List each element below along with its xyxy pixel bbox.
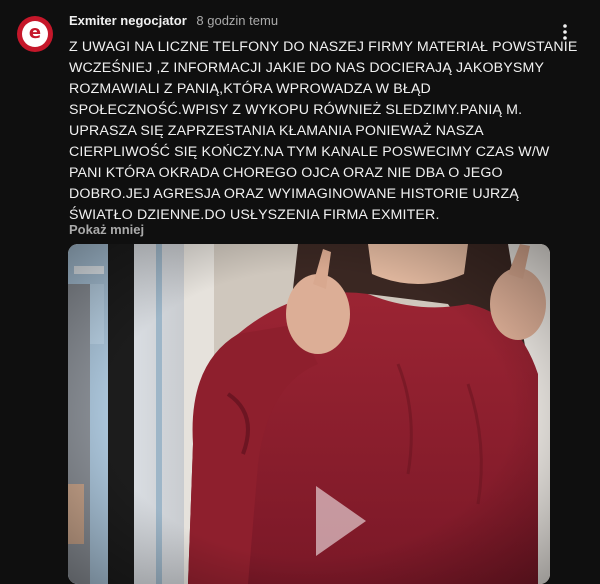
channel-avatar[interactable]: e (17, 16, 53, 52)
avatar-logo: e (22, 21, 48, 47)
post-text: Z UWAGI NA LICZNE TELFONY DO NASZEJ FIRM… (69, 39, 578, 223)
show-less-button[interactable]: Pokaż mniej (69, 222, 144, 237)
avatar-letter: e (28, 22, 42, 43)
author-name[interactable]: Exmiter negocjator (69, 13, 187, 28)
post-header: Exmiter negocjator 8 godzin temu (69, 13, 278, 28)
post-video-thumbnail[interactable] (68, 244, 550, 584)
post-timestamp[interactable]: 8 godzin temu (196, 13, 278, 28)
video-frame (68, 244, 550, 584)
